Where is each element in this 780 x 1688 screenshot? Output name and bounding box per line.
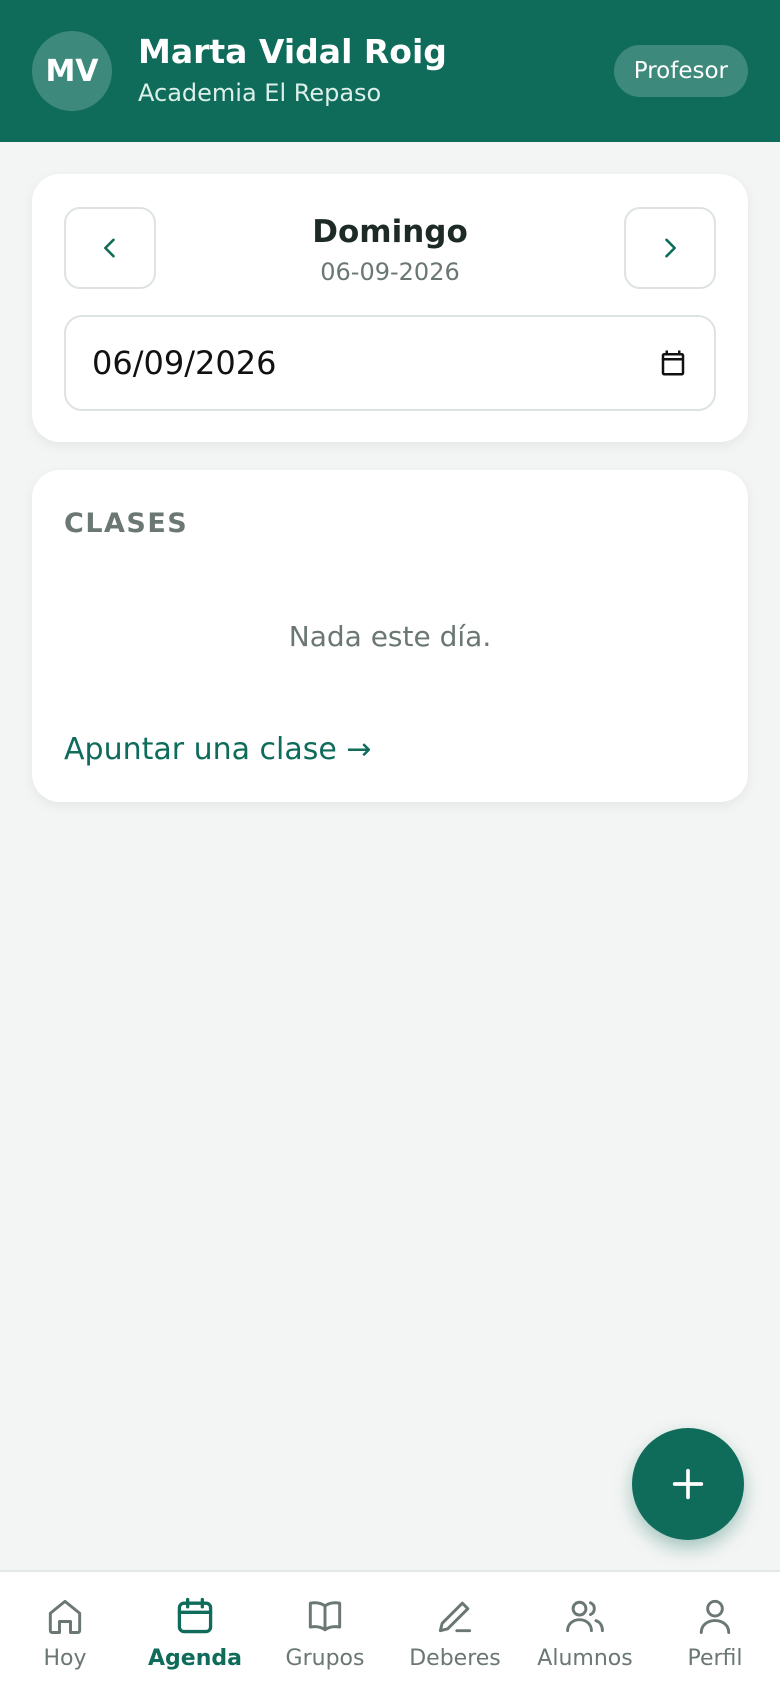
empty-state-message: Nada este día. bbox=[288, 620, 492, 653]
nav-item-hoy[interactable]: Hoy bbox=[0, 1572, 130, 1688]
bottom-navigation: Hoy Agenda Grupos Deberes Alumnos Perfil bbox=[0, 1570, 780, 1688]
date-input[interactable]: 06/09/2026 bbox=[64, 315, 716, 411]
home-icon bbox=[48, 1599, 82, 1634]
avatar[interactable]: MV bbox=[32, 31, 112, 111]
nav-item-perfil[interactable]: Perfil bbox=[650, 1572, 780, 1688]
nav-item-agenda[interactable]: Agenda bbox=[130, 1572, 260, 1688]
date-input-value: 06/09/2026 bbox=[92, 344, 277, 382]
nav-item-label: Grupos bbox=[285, 1646, 365, 1671]
nav-item-label: Alumnos bbox=[537, 1646, 633, 1671]
user-icon bbox=[699, 1599, 731, 1634]
section-title: CLASES bbox=[64, 508, 189, 539]
date-navigator-card: Domingo 06-09-2026 06/09/2026 bbox=[32, 174, 748, 442]
next-day-button[interactable] bbox=[624, 207, 716, 289]
nav-item-label: Agenda bbox=[148, 1646, 242, 1671]
nav-item-label: Perfil bbox=[687, 1646, 743, 1671]
user-info: Marta Vidal Roig Academia El Repaso bbox=[138, 32, 614, 110]
app-screen: MV Marta Vidal Roig Academia El Repaso P… bbox=[0, 0, 780, 1688]
chevron-right-icon bbox=[665, 238, 676, 258]
book-icon bbox=[308, 1601, 342, 1632]
pencil-icon bbox=[438, 1601, 472, 1633]
classes-card: CLASES Nada este día. Apuntar una clase … bbox=[32, 470, 748, 802]
nav-item-grupos[interactable]: Grupos bbox=[260, 1572, 390, 1688]
users-icon bbox=[566, 1600, 604, 1633]
add-fab-button[interactable] bbox=[632, 1428, 744, 1540]
nav-item-label: Hoy bbox=[43, 1646, 87, 1671]
nav-item-deberes[interactable]: Deberes bbox=[390, 1572, 520, 1688]
plus-icon bbox=[672, 1468, 704, 1500]
calendar-icon[interactable] bbox=[658, 348, 688, 378]
user-name: Marta Vidal Roig bbox=[138, 32, 447, 71]
role-badge: Profesor bbox=[613, 45, 748, 97]
calendar-icon bbox=[177, 1597, 213, 1634]
nav-item-alumnos[interactable]: Alumnos bbox=[520, 1572, 650, 1688]
nav-item-label: Deberes bbox=[409, 1646, 501, 1671]
organization-name: Academia El Repaso bbox=[138, 79, 382, 107]
add-class-link[interactable]: Apuntar una clase → bbox=[64, 732, 372, 767]
app-header: MV Marta Vidal Roig Academia El Repaso P… bbox=[0, 0, 780, 142]
